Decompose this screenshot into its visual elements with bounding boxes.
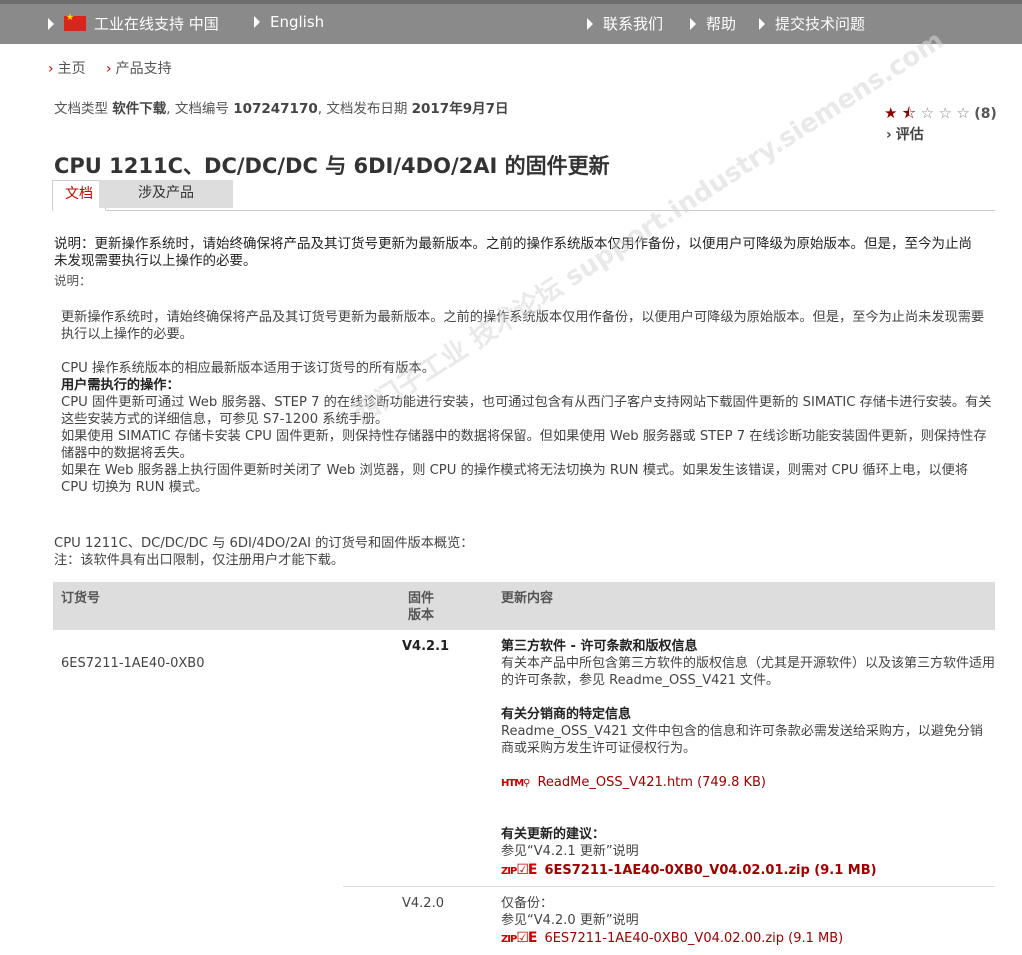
overview-line-1: CPU 1211C、DC/DC/DC 与 6DI/4DO/2AI 的订货号和固件… (54, 536, 474, 551)
section-third-party: 第三方软件 - 许可条款和版权信息 有关本产品中所包含第三方软件的版权信息（尤其… (501, 638, 995, 689)
distributor-title: 有关分销商的特定信息 (501, 707, 632, 722)
doc-id-label: , 文档编号 (166, 101, 229, 117)
download-readme[interactable]: HTM⚲ ReadMe_OSS_V421.htm (749.8 KB) (501, 775, 766, 790)
zip-file-icon: ZIP☑E (501, 862, 537, 878)
doc-type-value: 软件下载 (112, 101, 167, 117)
tab-related-products[interactable]: 涉及产品 (99, 180, 233, 208)
region-link[interactable]: 工业在线支持 中国 (48, 13, 219, 34)
language-link[interactable]: English (254, 13, 324, 31)
arrow-icon (690, 18, 696, 30)
language-label: English (270, 13, 325, 31)
section-update-advice: 有关更新的建议： 参见“V4.2.1 更新”说明 (501, 826, 995, 860)
body-paragraph-4: 如果使用 SIMATIC 存储卡安装 CPU 固件更新，则保持性存储器中的数据将… (61, 429, 987, 461)
version-v420: V4.2.0 (402, 896, 444, 911)
row-divider (343, 886, 995, 887)
document-meta: 文档类型 软件下载, 文档编号 107247170, 文档发布日期 2017年9… (54, 97, 509, 117)
star-empty-icon: ☆ (920, 104, 935, 122)
chevron-right-icon: › (106, 61, 112, 77)
notice-bold: 说明：更新操作系统时，请始终确保将产品及其订货号更新为最新版本。之前的操作系统版… (54, 236, 972, 269)
zip-file-icon: ZIP☑E (501, 930, 537, 946)
breadcrumb-product-support[interactable]: › 产品支持 (106, 58, 172, 78)
overview-line-2: 注：该软件具有出口限制，仅注册用户才能下载。 (54, 553, 345, 568)
rate-link[interactable]: › 评估 (886, 124, 924, 144)
html-file-icon: HTM⚲ (501, 778, 531, 789)
submit-issue-label: 提交技术问题 (775, 15, 866, 33)
doc-date-label: , 文档发布日期 (317, 101, 408, 117)
readme-link-label: ReadMe_OSS_V421.htm (749.8 KB) (537, 775, 767, 790)
arrow-icon (759, 18, 765, 30)
header-order-number: 订货号 (61, 591, 101, 606)
chevron-right-icon: › (886, 127, 892, 143)
third-party-title: 第三方软件 - 许可条款和版权信息 (501, 639, 698, 654)
update-advice-title: 有关更新的建议： (501, 827, 606, 842)
breadcrumb-home[interactable]: › 主页 (48, 58, 86, 78)
contact-link[interactable]: 联系我们 (587, 13, 663, 34)
page-title: CPU 1211C、DC/DC/DC 与 6DI/4DO/2AI 的固件更新 (54, 154, 610, 178)
distributor-text: Readme_OSS_V421 文件中包含的信息和许可条款必需发送给采购方，以避… (501, 724, 983, 756)
section-distributor: 有关分销商的特定信息 Readme_OSS_V421 文件中包含的信息和许可条款… (501, 706, 995, 757)
table-header: 订货号 固件 版本 更新内容 (53, 582, 995, 630)
rating-count: (8) (974, 106, 997, 122)
arrow-icon (254, 16, 260, 28)
backup-title: 仅备份： (501, 896, 554, 911)
top-nav-bar: 工业在线支持 中国 English 联系我们 帮助 提交技术问题 (0, 0, 1022, 44)
backup-text: 参见“V4.2.0 更新”说明 (501, 913, 639, 928)
zip-icon-label: ZIP (501, 934, 517, 945)
v420-zip-link-label: 6ES7211-1AE40-0XB0_V04.02.00.zip (9.1 MB… (544, 931, 844, 946)
order-number: 6ES7211-1AE40-0XB0 (61, 656, 205, 671)
breadcrumb-product-support-label: 产品支持 (115, 61, 172, 77)
zip-icon-label: ZIP (501, 866, 517, 877)
version-v421: V4.2.1 (402, 638, 449, 655)
breadcrumb-home-label: 主页 (57, 61, 86, 77)
arrow-icon (48, 18, 54, 30)
region-label: 工业在线支持 中国 (94, 15, 219, 33)
contact-label: 联系我们 (603, 15, 664, 33)
star-empty-icon: ☆ (956, 104, 970, 122)
submit-issue-link[interactable]: 提交技术问题 (759, 13, 865, 34)
chevron-right-icon: › (48, 61, 54, 77)
help-link[interactable]: 帮助 (690, 13, 736, 34)
download-v421-zip[interactable]: ZIP☑E 6ES7211-1AE40-0XB0_V04.02.01.zip (9… (501, 862, 877, 878)
v421-zip-link-label: 6ES7211-1AE40-0XB0_V04.02.01.zip (9.1 MB… (544, 863, 877, 878)
body-paragraph-1: 更新操作系统时，请始终确保将产品及其订货号更新为最新版本。之前的操作系统版本仅用… (61, 310, 985, 342)
tab-document[interactable]: 文档 (52, 180, 106, 211)
body-paragraph-3-heading: 用户需执行的操作： (61, 377, 993, 394)
star-empty-icon: ☆ (938, 104, 952, 122)
body-paragraph-3: CPU 固件更新可通过 Web 服务器、STEP 7 的在线诊断功能进行安装，也… (61, 395, 992, 427)
update-advice-text: 参见“V4.2.1 更新”说明 (501, 844, 639, 859)
header-update-content: 更新内容 (501, 591, 554, 606)
arrow-icon (587, 18, 593, 30)
rate-link-label: 评估 (895, 127, 924, 143)
header-firmware-version: 固件 版本 (408, 591, 435, 623)
html-icon-label: HTM (501, 778, 524, 789)
section-backup: 仅备份： 参见“V4.2.0 更新”说明 (501, 895, 995, 929)
star-half-icon: ⯪ (901, 104, 917, 122)
version-v421-label: V4.2.1 (402, 639, 450, 654)
download-v420-zip[interactable]: ZIP☑E 6ES7211-1AE40-0XB0_V04.02.00.zip (9… (501, 930, 843, 946)
doc-id-value: 107247170 (233, 101, 318, 117)
user-actions-heading: 用户需执行的操作： (61, 378, 180, 393)
body-paragraph-5: 如果在 Web 服务器上执行固件更新时关闭了 Web 浏览器，则 CPU 的操作… (61, 463, 969, 495)
star-full-icon: ★ (884, 104, 898, 122)
notice-label: 说明： (54, 273, 92, 288)
body-paragraph-2: CPU 操作系统版本的相应最新版本适用于该订货号的所有版本。 (61, 361, 435, 376)
china-flag-icon (64, 13, 86, 31)
third-party-text: 有关本产品中所包含第三方软件的版权信息（尤其是开源软件）以及该第三方软件适用的许… (501, 656, 996, 688)
tab-bar: 文档 涉及产品 (52, 180, 995, 211)
doc-date-value: 2017年9月7日 (411, 101, 509, 117)
help-label: 帮助 (706, 15, 737, 33)
doc-type-label: 文档类型 (54, 101, 108, 117)
